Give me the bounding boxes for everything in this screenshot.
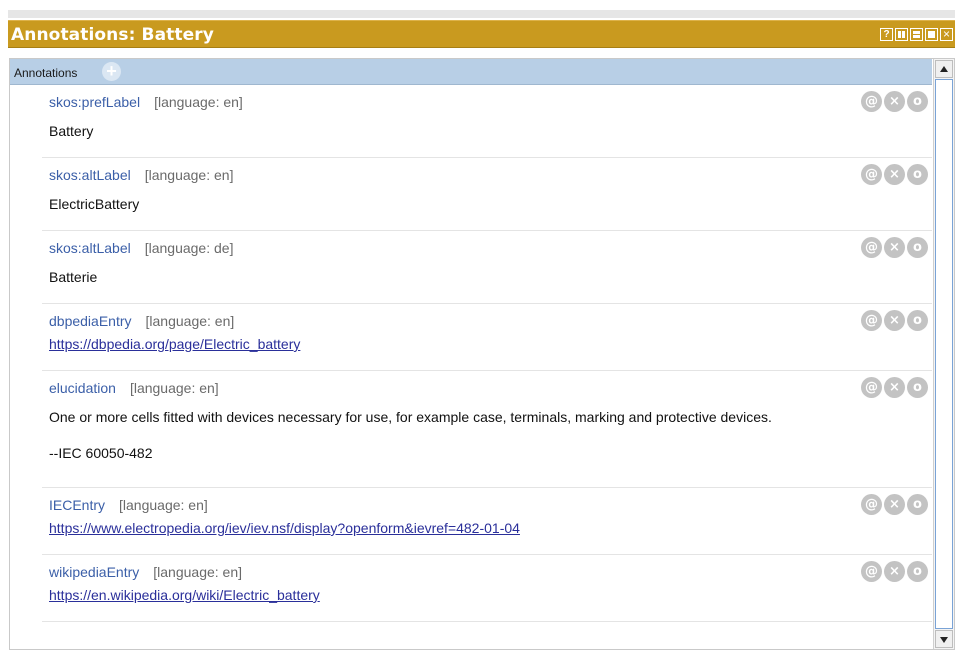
annotation-language: [language: en] bbox=[153, 564, 243, 580]
annotation-header: elucidation [language: en] bbox=[49, 380, 932, 400]
split-vertical-button[interactable] bbox=[895, 28, 908, 41]
annotation-actions: @ × o bbox=[861, 237, 928, 258]
section-title: Annotations bbox=[14, 66, 78, 80]
help-button[interactable]: ? bbox=[880, 28, 893, 41]
annotation-value: Battery bbox=[49, 123, 94, 139]
annotation-value-extra: --IEC 60050-482 bbox=[49, 445, 153, 461]
annotation-row: dbpediaEntry [language: en] https://dbped… bbox=[42, 304, 932, 371]
annotate-icon[interactable]: @ bbox=[861, 164, 882, 185]
remove-icon[interactable]: × bbox=[884, 91, 905, 112]
annotation-property[interactable]: skos:altLabel bbox=[49, 167, 131, 183]
annotation-value: https://dbpedia.org/page/Electric_batter… bbox=[49, 336, 932, 352]
annotation-value: https://en.wikipedia.org/wiki/Electric_b… bbox=[49, 587, 932, 603]
annotations-window: Annotations: Battery ? × Annotations + s… bbox=[8, 10, 955, 650]
annotation-language: [language: en] bbox=[144, 167, 234, 183]
annotation-value: ElectricBattery bbox=[49, 196, 140, 212]
scroll-down-arrow-icon[interactable] bbox=[935, 630, 953, 648]
vertical-scrollbar[interactable] bbox=[933, 59, 954, 649]
remove-icon[interactable]: × bbox=[884, 310, 905, 331]
close-icon: × bbox=[942, 27, 950, 41]
annotation-row: skos:altLabel [language: en] ElectricBatt… bbox=[42, 158, 932, 231]
edit-icon[interactable]: o bbox=[907, 310, 928, 331]
scroll-thumb[interactable] bbox=[935, 79, 953, 629]
close-button[interactable]: × bbox=[940, 28, 953, 41]
add-annotation-button[interactable]: + bbox=[102, 62, 121, 81]
annotate-icon[interactable]: @ bbox=[861, 494, 882, 515]
annotation-link[interactable]: https://dbpedia.org/page/Electric_batter… bbox=[49, 336, 300, 352]
annotate-icon[interactable]: @ bbox=[861, 237, 882, 258]
window-title: Annotations: Battery bbox=[11, 25, 214, 45]
annotation-link[interactable]: https://en.wikipedia.org/wiki/Electric_b… bbox=[49, 587, 320, 603]
remove-icon[interactable]: × bbox=[884, 377, 905, 398]
annotate-icon[interactable]: @ bbox=[861, 377, 882, 398]
annotation-value: One or more cells fitted with devices ne… bbox=[49, 409, 772, 425]
annotation-header: IECEntry [language: en] bbox=[49, 497, 932, 517]
annotations-panel: Annotations + skos:prefLabel [language: e… bbox=[9, 58, 955, 650]
annotation-property[interactable]: skos:prefLabel bbox=[49, 94, 140, 110]
annotation-property[interactable]: wikipediaEntry bbox=[49, 564, 139, 580]
edit-icon[interactable]: o bbox=[907, 494, 928, 515]
window-titlebar: Annotations: Battery ? × bbox=[8, 20, 955, 48]
annotation-actions: @ × o bbox=[861, 561, 928, 582]
annotation-header: skos:altLabel [language: en] bbox=[49, 167, 932, 187]
title-controls: ? × bbox=[880, 28, 953, 41]
annotation-header: skos:altLabel [language: de] bbox=[49, 240, 932, 260]
plus-icon: + bbox=[106, 61, 117, 81]
annotation-header: dbpediaEntry [language: en] bbox=[49, 313, 932, 333]
annotation-actions: @ × o bbox=[861, 164, 928, 185]
remove-icon[interactable]: × bbox=[884, 237, 905, 258]
annotation-header: skos:prefLabel [language: en] bbox=[49, 94, 932, 114]
annotate-icon[interactable]: @ bbox=[861, 91, 882, 112]
annotate-icon[interactable]: @ bbox=[861, 561, 882, 582]
annotations-section-header: Annotations + bbox=[10, 59, 932, 85]
annotation-list: skos:prefLabel [language: en] Battery @ ×… bbox=[42, 85, 932, 622]
scroll-up-arrow-icon[interactable] bbox=[935, 60, 953, 78]
edit-icon[interactable]: o bbox=[907, 237, 928, 258]
annotation-property[interactable]: IECEntry bbox=[49, 497, 105, 513]
annotation-actions: @ × o bbox=[861, 377, 928, 398]
annotation-property[interactable]: elucidation bbox=[49, 380, 116, 396]
annotation-actions: @ × o bbox=[861, 91, 928, 112]
annotation-value: Batterie bbox=[49, 269, 98, 285]
annotation-row: IECEntry [language: en] https://www.elect… bbox=[42, 488, 932, 555]
annotation-value: https://www.electropedia.org/iev/iev.nsf… bbox=[49, 520, 932, 536]
edit-icon[interactable]: o bbox=[907, 561, 928, 582]
annotation-property[interactable]: skos:altLabel bbox=[49, 240, 131, 256]
remove-icon[interactable]: × bbox=[884, 561, 905, 582]
edit-icon[interactable]: o bbox=[907, 377, 928, 398]
annotation-language: [language: en] bbox=[154, 94, 243, 110]
annotation-property[interactable]: dbpediaEntry bbox=[49, 313, 132, 329]
annotation-row: wikipediaEntry [language: en] https://en.… bbox=[42, 555, 932, 622]
maximize-button[interactable] bbox=[925, 28, 938, 41]
annotate-icon[interactable]: @ bbox=[861, 310, 882, 331]
remove-icon[interactable]: × bbox=[884, 164, 905, 185]
annotation-header: wikipediaEntry [language: en] bbox=[49, 564, 932, 584]
annotation-language: [language: en] bbox=[129, 380, 219, 396]
annotation-row: skos:altLabel [language: de] Batterie @ ×… bbox=[42, 231, 932, 304]
edit-icon[interactable]: o bbox=[907, 91, 928, 112]
top-strip bbox=[8, 10, 955, 18]
annotation-language: [language: de] bbox=[144, 240, 234, 256]
annotation-row: skos:prefLabel [language: en] Battery @ ×… bbox=[42, 85, 932, 158]
annotation-actions: @ × o bbox=[861, 310, 928, 331]
split-horizontal-button[interactable] bbox=[910, 28, 923, 41]
remove-icon[interactable]: × bbox=[884, 494, 905, 515]
annotation-language: [language: en] bbox=[119, 497, 208, 513]
edit-icon[interactable]: o bbox=[907, 164, 928, 185]
help-icon: ? bbox=[883, 29, 890, 40]
annotation-actions: @ × o bbox=[861, 494, 928, 515]
annotation-language: [language: en] bbox=[145, 313, 235, 329]
annotation-link[interactable]: https://www.electropedia.org/iev/iev.nsf… bbox=[49, 520, 520, 536]
annotation-row: elucidation [language: en] One or more ce… bbox=[42, 371, 932, 488]
